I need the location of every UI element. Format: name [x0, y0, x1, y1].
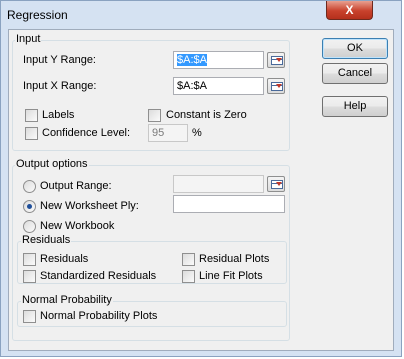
- normal-probability-checkbox[interactable]: [23, 310, 36, 323]
- input-x-range-field[interactable]: $A:$A: [173, 77, 264, 95]
- output-range-picker[interactable]: [267, 176, 285, 192]
- new-worksheet-field[interactable]: [173, 195, 285, 213]
- title-bar: Regression X: [1, 1, 401, 29]
- input-group-label: Input: [15, 33, 42, 45]
- percent-sign: %: [192, 127, 202, 139]
- new-worksheet-radio[interactable]: [23, 200, 36, 213]
- new-workbook-radio[interactable]: [23, 220, 36, 233]
- input-x-range-label: Input X Range:: [23, 80, 97, 92]
- residuals-label: Residuals: [40, 253, 89, 265]
- input-x-range-picker[interactable]: [267, 78, 285, 94]
- line-fit-plots-label: Line Fit Plots: [199, 270, 263, 282]
- regression-dialog: Regression X Input Input Y Range: $A:$A …: [0, 0, 402, 357]
- constant-zero-checkbox[interactable]: [148, 109, 161, 122]
- normal-probability-group-label: Normal Probability: [21, 294, 113, 306]
- confidence-level-label: Confidence Level:: [42, 127, 131, 139]
- dialog-body: Input Input Y Range: $A:$A Input X Range…: [8, 29, 394, 351]
- residual-plots-label: Residual Plots: [199, 253, 270, 265]
- cancel-button[interactable]: Cancel: [322, 63, 388, 84]
- confidence-level-field[interactable]: 95: [148, 124, 188, 142]
- residuals-checkbox[interactable]: [23, 253, 36, 266]
- confidence-level-checkbox[interactable]: [25, 127, 38, 140]
- labels-label: Labels: [42, 109, 75, 121]
- output-range-radio[interactable]: [23, 180, 36, 193]
- dialog-title: Regression: [7, 8, 68, 22]
- normal-probability-label: Normal Probability Plots: [40, 310, 158, 322]
- output-range-label: Output Range:: [40, 180, 112, 192]
- close-button[interactable]: X: [326, 1, 373, 20]
- input-y-range-picker[interactable]: [267, 52, 285, 68]
- input-y-range-value: $A:$A: [177, 54, 207, 66]
- help-button[interactable]: Help: [322, 96, 388, 117]
- output-options-label: Output options: [15, 158, 89, 170]
- output-range-field[interactable]: [173, 175, 264, 193]
- residuals-group-label: Residuals: [21, 234, 72, 246]
- input-y-range-field[interactable]: $A:$A: [173, 51, 264, 69]
- standardized-residuals-label: Standardized Residuals: [40, 270, 157, 282]
- standardized-residuals-checkbox[interactable]: [23, 270, 36, 283]
- ok-button[interactable]: OK: [322, 38, 388, 59]
- residual-plots-checkbox[interactable]: [182, 253, 195, 266]
- new-worksheet-label: New Worksheet Ply:: [40, 200, 139, 212]
- new-workbook-label: New Workbook: [40, 220, 115, 232]
- line-fit-plots-checkbox[interactable]: [182, 270, 195, 283]
- constant-zero-label: Constant is Zero: [166, 109, 247, 121]
- input-y-range-label: Input Y Range:: [23, 54, 96, 66]
- labels-checkbox[interactable]: [25, 109, 38, 122]
